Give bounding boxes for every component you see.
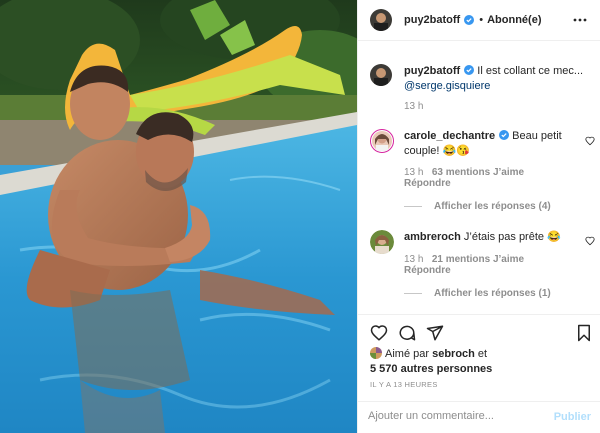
publish-button[interactable]: Publier [554,411,591,423]
likes-summary: Aimé par sebroch et 5 570 autres personn… [370,347,592,377]
comment-2-username[interactable]: ambreroch [404,231,461,243]
instagram-post: puy2batoff • Abonné(e) puy2batoff Il est… [0,0,600,433]
comment-1-heart-icon[interactable] [585,136,595,146]
verified-badge-icon [499,130,510,140]
post-header: puy2batoff • Abonné(e) [358,0,600,41]
comment-avatar[interactable] [370,129,394,153]
verified-badge-icon [464,15,475,25]
comment-2-view-replies[interactable]: Afficher les réponses (1) [404,288,551,299]
post-side-panel: puy2batoff • Abonné(e) puy2batoff Il est… [357,0,600,433]
comment-avatar[interactable] [370,230,394,254]
liker-username[interactable]: sebroch [432,348,475,360]
more-icon[interactable] [573,13,587,27]
caption-mention[interactable]: @serge.gisquiere [404,80,490,92]
replies-divider [404,205,422,207]
caption-time: 13 h [404,101,424,112]
comment-1: carole_dechantre Beau petit couple! 😂😘 [404,129,584,159]
liker-avatar[interactable] [370,347,382,359]
post-photo[interactable] [0,0,357,433]
author-username[interactable]: puy2batoff [404,14,460,26]
comment-form: Publier [358,401,600,433]
comments-section: puy2batoff Il est collant ce mec... @ser… [358,41,600,314]
caption-author-avatar[interactable] [370,64,392,86]
post-timestamp[interactable]: IL Y A 13 HEURES [370,380,438,389]
share-icon[interactable] [426,324,444,342]
caption-username[interactable]: puy2batoff [404,65,460,77]
post-actions: Aimé par sebroch et 5 570 autres personn… [358,314,600,433]
likes-prefix: Aimé par [385,348,433,360]
caption-text: Il est collant ce mec... [474,65,584,77]
comment-icon[interactable] [398,324,416,342]
author-avatar[interactable] [370,9,392,31]
comment-1-reply[interactable]: Répondre [404,176,584,191]
comment-2: ambreroch J’étais pas prête 😂 [404,230,584,245]
follow-status[interactable]: Abonné(e) [487,14,541,26]
bookmark-icon[interactable] [575,324,593,342]
replies-divider [404,292,422,294]
header-separator: • [479,14,484,26]
comment-2-heart-icon[interactable] [585,236,595,246]
comment-input[interactable] [368,410,538,422]
comment-2-reply[interactable]: Répondre [404,263,584,278]
caption: puy2batoff Il est collant ce mec... @ser… [404,64,584,94]
comment-1-view-replies[interactable]: Afficher les réponses (4) [404,201,551,212]
heart-icon[interactable] [370,324,388,342]
likes-suffix: et [474,348,488,360]
comment-1-username[interactable]: carole_dechantre [404,130,495,142]
verified-badge-icon [464,65,475,75]
comment-2-text: J’étais pas prête 😂 [460,231,561,243]
pool-photo-illustration [0,0,357,433]
likes-others[interactable]: 5 570 autres personnes [370,363,492,375]
